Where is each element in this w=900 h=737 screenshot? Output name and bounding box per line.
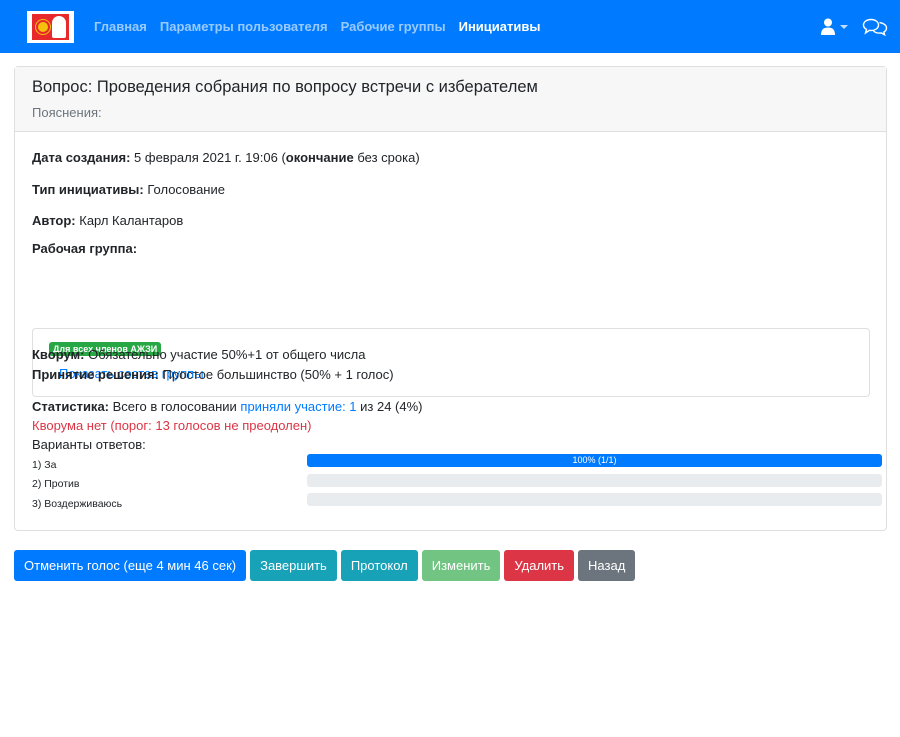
type-label: Тип инициативы: <box>32 182 144 197</box>
woman-silhouette-icon <box>52 15 66 38</box>
nav-link-initiatives[interactable]: Инициативы <box>459 19 541 34</box>
navbar: Главная Параметры пользователя Рабочие г… <box>0 0 900 53</box>
type-value: Голосование <box>147 182 225 197</box>
stats-text: Всего в голосовании <box>112 399 237 414</box>
finish-button[interactable]: Завершить <box>250 550 337 581</box>
created-value: 5 февраля 2021 г. 19:06 <box>134 150 278 165</box>
user-dropdown[interactable] <box>821 18 848 35</box>
created-line: Дата создания: 5 февраля 2021 г. 19:06 (… <box>32 150 420 165</box>
group-line: Рабочая группа: <box>32 241 137 256</box>
options-heading: Варианты ответов: <box>32 437 146 452</box>
decision-value: Простое большинство (50% + 1 голос) <box>162 367 394 382</box>
chevron-down-icon <box>840 24 848 29</box>
logo[interactable] <box>27 10 74 43</box>
option-bar-fill-for: 100% (1/1) <box>307 454 882 467</box>
stats-label: Статистика: <box>32 399 109 414</box>
option-label-abstain: 3) Воздерживаюсь <box>32 498 123 510</box>
end-value: без срока <box>357 150 416 165</box>
group-box: Для всех членов АЖЗИ Показать состав гру… <box>32 328 870 397</box>
action-buttons: Отменить голос (еще 4 мин 46 сек) Заверш… <box>14 550 639 581</box>
quorum-value: Обязательно участие 50%+1 от общего числ… <box>88 347 366 362</box>
option-label-against: 2) Против <box>32 478 80 490</box>
nav-link-home[interactable]: Главная <box>94 19 147 34</box>
sun-emblem-icon <box>36 19 50 34</box>
cancel-vote-button[interactable]: Отменить голос (еще 4 мин 46 сек) <box>14 550 247 581</box>
card-header: Вопрос: Проведения собрания по вопросу в… <box>15 67 886 132</box>
user-icon <box>821 18 835 35</box>
quorum-warning: Кворума нет (порог: 13 голосов не преодо… <box>32 418 312 433</box>
protocol-button[interactable]: Протокол <box>340 550 418 581</box>
author-value: Карл Калантаров <box>79 213 184 228</box>
nav-link-user-settings[interactable]: Параметры пользователя <box>160 19 328 34</box>
participants-link[interactable]: приняли участие: 1 <box>240 399 356 414</box>
initiative-card: Вопрос: Проведения собрания по вопросу в… <box>14 66 887 531</box>
stats-suffix: из 24 (4%) <box>360 399 423 414</box>
back-button[interactable]: Назад <box>578 550 636 581</box>
delete-button[interactable]: Удалить <box>504 550 575 581</box>
decision-line: Принятие решения: Простое большинство (5… <box>32 367 394 382</box>
option-label-for: 1) За <box>32 459 57 471</box>
decision-label: Принятие решения: <box>32 367 159 382</box>
end-label: окончание <box>285 150 354 165</box>
option-bar-for: 100% (1/1) <box>307 454 882 467</box>
nav-link-workgroups[interactable]: Рабочие группы <box>341 19 446 34</box>
author-line: Автор: Карл Калантаров <box>32 213 183 228</box>
chat-icon <box>862 18 888 36</box>
created-label: Дата создания: <box>32 150 131 165</box>
option-bar-abstain <box>307 493 882 506</box>
chat-button[interactable] <box>862 18 888 36</box>
quorum-label: Кворум: <box>32 347 85 362</box>
type-line: Тип инициативы: Голосование <box>32 182 225 197</box>
option-bar-against <box>307 474 882 487</box>
nav-links: Главная Параметры пользователя Рабочие г… <box>94 19 553 34</box>
logo-emblem <box>32 13 69 40</box>
author-label: Автор: <box>32 213 76 228</box>
explanation-label: Пояснения: <box>32 105 102 120</box>
page-title: Вопрос: Проведения собрания по вопросу в… <box>32 78 538 96</box>
stats-line: Статистика: Всего в голосовании приняли … <box>32 399 423 414</box>
nav-right <box>821 18 888 36</box>
edit-button[interactable]: Изменить <box>421 550 501 581</box>
quorum-line: Кворум: Обязательно участие 50%+1 от общ… <box>32 347 365 362</box>
group-label: Рабочая группа: <box>32 241 138 256</box>
